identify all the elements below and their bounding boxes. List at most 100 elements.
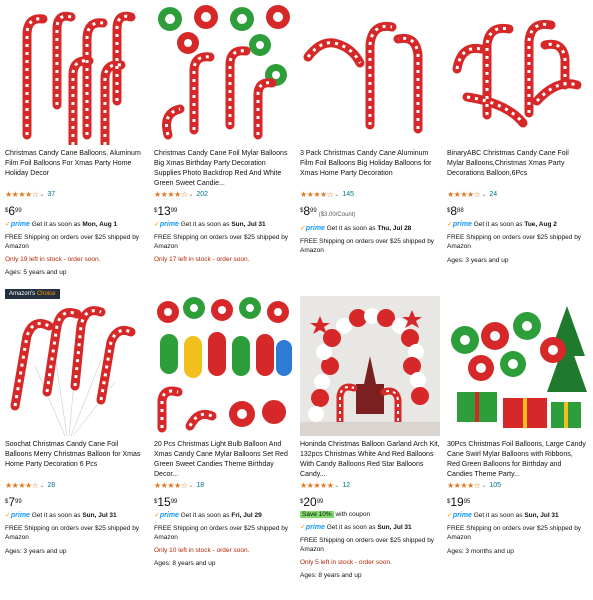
delivery-info: ✓prime Get it as soon as Mon, Aug 1 bbox=[5, 221, 118, 228]
review-count[interactable]: 12 bbox=[342, 481, 350, 491]
coupon[interactable]: Save 10% with coupon bbox=[300, 510, 440, 520]
product-card[interactable]: 20 Pcs Christmas Light Bulb Balloon And … bbox=[154, 296, 294, 569]
rating[interactable]: ★★★★☆ ⌄ 145 bbox=[300, 190, 440, 200]
product-title[interactable]: Christmas Candy Cane Foil Mylar Balloons… bbox=[154, 149, 294, 189]
product-image[interactable] bbox=[447, 5, 587, 145]
delivery-info: ✓prime Get it as soon as Sun, Jul 31 bbox=[5, 512, 117, 519]
chevron-down-icon[interactable]: ⌄ bbox=[481, 481, 486, 491]
rating[interactable]: ★★★★☆ ⌄ 202 bbox=[154, 190, 294, 200]
prime-logo: ✓prime bbox=[154, 512, 179, 519]
delivery-date: Sun, Jul 31 bbox=[377, 524, 412, 531]
stock-warning: Only 19 left in stock - order soon. bbox=[5, 255, 101, 263]
star-rating-icon: ★★★★☆ bbox=[300, 190, 334, 199]
shipping-info: FREE Shipping on orders over $25 shipped… bbox=[447, 524, 582, 542]
rating[interactable]: ★★★★☆ ⌄ 24 bbox=[447, 190, 587, 200]
chevron-down-icon[interactable]: ⌄ bbox=[39, 190, 44, 200]
star-rating-icon: ★★★★☆ bbox=[447, 481, 481, 490]
product-title[interactable]: 3 Pack Christmas Candy Cane Aluminum Fil… bbox=[300, 149, 440, 189]
review-count[interactable]: 37 bbox=[47, 190, 55, 200]
product-title[interactable]: Christmas Candy Cane Balloons, Aluminum … bbox=[5, 149, 145, 189]
product-title[interactable]: 30Pcs Christmas Foil Balloons, Large Can… bbox=[447, 440, 587, 480]
star-rating-icon: ★★★★★ bbox=[300, 481, 334, 490]
product-title[interactable]: Honinda Christmas Balloon Garland Arch K… bbox=[300, 440, 440, 480]
delivery-info: ✓prime Get it as soon as Sun, Jul 31 bbox=[154, 221, 266, 228]
prime-logo: ✓prime bbox=[300, 524, 325, 531]
delivery-date: Tue, Aug 2 bbox=[524, 221, 557, 228]
shipping-info: FREE Shipping on orders over $25 shipped… bbox=[447, 233, 582, 251]
prime-logo: ✓prime bbox=[154, 221, 179, 228]
age-range: Ages: 3 years and up bbox=[447, 256, 509, 264]
delivery-date: Sun, Jul 31 bbox=[524, 512, 559, 519]
age-range: Ages: 8 years and up bbox=[300, 572, 362, 579]
rating[interactable]: ★★★★☆ ⌄ 28 bbox=[5, 481, 145, 491]
star-rating-icon: ★★★★☆ bbox=[5, 481, 39, 490]
age-range: Ages: 3 months and up bbox=[447, 547, 514, 555]
star-rating-icon: ★★★★☆ bbox=[5, 190, 39, 199]
amazons-choice-badge: Amazon's Choice bbox=[5, 289, 60, 299]
product-image[interactable] bbox=[447, 296, 587, 436]
chevron-down-icon[interactable]: ⌄ bbox=[481, 190, 486, 200]
stock-warning: Only 10 left in stock - order soon. bbox=[154, 546, 250, 554]
star-rating-icon: ★★★★☆ bbox=[154, 481, 188, 490]
delivery-info: ✓prime Get it as soon as Thu, Jul 28 bbox=[300, 225, 412, 232]
chevron-down-icon[interactable]: ⌄ bbox=[334, 190, 339, 200]
product-title[interactable]: BinaryABC Christmas Candy Cane Foil Myla… bbox=[447, 149, 587, 189]
prime-logo: ✓prime bbox=[5, 221, 30, 228]
product-image[interactable] bbox=[5, 296, 145, 436]
shipping-info: FREE Shipping on orders over $25 shipped… bbox=[300, 237, 435, 255]
product-image[interactable] bbox=[300, 5, 440, 145]
product-card[interactable]: Christmas Candy Cane Foil Mylar Balloons… bbox=[154, 5, 294, 264]
delivery-date: Fri, Jul 29 bbox=[231, 512, 262, 519]
review-count[interactable]: 145 bbox=[342, 190, 354, 200]
delivery-info: ✓prime Get it as soon as Tue, Aug 2 bbox=[447, 221, 557, 228]
coupon-badge: Save 10% bbox=[300, 511, 334, 518]
price[interactable]: $ 7 99 bbox=[5, 496, 145, 508]
product-image[interactable] bbox=[154, 5, 294, 145]
rating[interactable]: ★★★★☆ ⌄ 18 bbox=[154, 481, 294, 491]
product-title[interactable]: Soochat Christmas Candy Cane Foil Balloo… bbox=[5, 440, 145, 480]
product-grid: Christmas Candy Cane Balloons, Aluminum … bbox=[0, 0, 593, 600]
product-image[interactable] bbox=[300, 296, 440, 436]
rating[interactable]: ★★★★☆ ⌄ 105 bbox=[447, 481, 587, 491]
age-range: Ages: 5 years and up bbox=[5, 269, 67, 276]
price[interactable]: $ 8 99 ($3.00/Count) bbox=[300, 205, 440, 221]
chevron-down-icon[interactable]: ⌄ bbox=[334, 481, 339, 491]
product-card[interactable]: Christmas Candy Cane Balloons, Aluminum … bbox=[5, 5, 145, 278]
price[interactable]: $ 15 99 bbox=[154, 496, 294, 508]
chevron-down-icon[interactable]: ⌄ bbox=[188, 190, 193, 200]
prime-logo: ✓prime bbox=[447, 221, 472, 228]
review-count[interactable]: 24 bbox=[489, 190, 497, 200]
review-count[interactable]: 28 bbox=[47, 481, 55, 491]
product-title[interactable]: 20 Pcs Christmas Light Bulb Balloon And … bbox=[154, 440, 294, 480]
product-card[interactable]: Amazon's Choice Soochat Christmas Candy … bbox=[5, 289, 145, 556]
age-range: Ages: 3 years and up bbox=[5, 547, 67, 555]
price[interactable]: $ 6 99 bbox=[5, 205, 145, 217]
delivery-info: ✓prime Get it as soon as Sun, Jul 31 bbox=[447, 512, 559, 519]
product-card[interactable]: BinaryABC Christmas Candy Cane Foil Myla… bbox=[447, 5, 587, 265]
age-range: Ages: 8 years and up bbox=[154, 560, 216, 567]
price[interactable]: $ 19 95 bbox=[447, 496, 587, 508]
product-card[interactable]: Honinda Christmas Balloon Garland Arch K… bbox=[300, 296, 440, 581]
shipping-info: FREE Shipping on orders over $25 shipped… bbox=[154, 524, 289, 542]
chevron-down-icon[interactable]: ⌄ bbox=[39, 481, 44, 491]
prime-logo: ✓prime bbox=[5, 512, 30, 519]
delivery-info: ✓prime Get it as soon as Sun, Jul 31 bbox=[300, 524, 412, 531]
price[interactable]: $ 20 99 bbox=[300, 496, 440, 508]
price[interactable]: $ 13 99 bbox=[154, 205, 294, 217]
product-image[interactable] bbox=[154, 296, 294, 436]
delivery-date: Thu, Jul 28 bbox=[377, 225, 412, 232]
delivery-date: Mon, Aug 1 bbox=[82, 221, 118, 228]
star-rating-icon: ★★★★☆ bbox=[447, 190, 481, 199]
review-count[interactable]: 18 bbox=[196, 481, 204, 491]
product-image[interactable] bbox=[5, 5, 145, 145]
review-count[interactable]: 202 bbox=[196, 190, 208, 200]
price[interactable]: $ 8 88 bbox=[447, 205, 587, 217]
prime-logo: ✓prime bbox=[300, 225, 325, 232]
product-card[interactable]: 3 Pack Christmas Candy Cane Aluminum Fil… bbox=[300, 5, 440, 256]
rating[interactable]: ★★★★☆ ⌄ 37 bbox=[5, 190, 145, 200]
review-count[interactable]: 105 bbox=[489, 481, 501, 491]
star-rating-icon: ★★★★☆ bbox=[154, 190, 188, 199]
rating[interactable]: ★★★★★ ⌄ 12 bbox=[300, 481, 440, 491]
product-card[interactable]: 30Pcs Christmas Foil Balloons, Large Can… bbox=[447, 296, 587, 556]
chevron-down-icon[interactable]: ⌄ bbox=[188, 481, 193, 491]
